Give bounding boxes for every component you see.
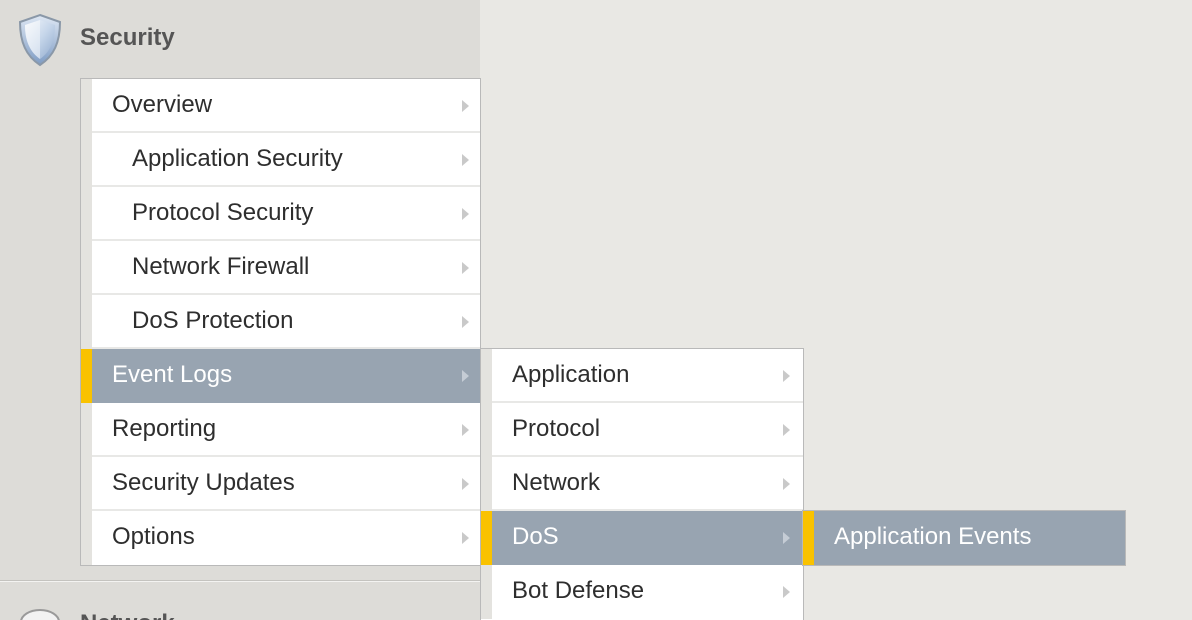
- menu-item-reporting[interactable]: Reporting: [81, 403, 480, 457]
- menu-item-strip: [81, 241, 92, 295]
- menu-item-strip: [81, 511, 92, 565]
- selected-indicator: [81, 349, 92, 403]
- menu-item-strip: [81, 187, 92, 241]
- network-icon: [20, 609, 60, 620]
- menu-item-label: Options: [112, 523, 195, 550]
- menu-item-label: Bot Defense: [512, 577, 645, 604]
- menu-item-dos-protection[interactable]: DoS Protection: [81, 295, 480, 349]
- chevron-right-icon: [783, 586, 790, 598]
- menu-item-label: Security Updates: [112, 469, 295, 496]
- menu-item-protocol[interactable]: Protocol: [481, 403, 803, 457]
- menu-item-label: Protocol Security: [132, 199, 314, 226]
- menu-item-strip: [81, 457, 92, 511]
- menu-item-strip: [81, 403, 92, 457]
- menu-item-strip: [481, 403, 492, 457]
- section-divider: [0, 580, 480, 582]
- menu-item-label: Overview: [112, 91, 213, 118]
- selected-indicator: [803, 511, 814, 565]
- menu-item-strip: [81, 133, 92, 187]
- chevron-right-icon: [462, 208, 469, 220]
- menu-item-overview[interactable]: Overview: [81, 79, 480, 133]
- menu-item-label: Network Firewall: [132, 253, 310, 280]
- chevron-right-icon: [462, 424, 469, 436]
- menu-item-bot-defense[interactable]: Bot Defense: [481, 565, 803, 619]
- menu-item-protocol-security[interactable]: Protocol Security: [81, 187, 480, 241]
- menu-item-label: DoS: [512, 523, 559, 550]
- menu-item-strip: [481, 349, 492, 403]
- menu-item-label: Network: [512, 469, 601, 496]
- menu-item-application-events[interactable]: Application Events: [803, 511, 1125, 565]
- menu-item-label: Event Logs: [112, 361, 233, 388]
- menu-item-dos[interactable]: DoS: [481, 511, 803, 565]
- chevron-right-icon: [462, 154, 469, 166]
- chevron-right-icon: [462, 100, 469, 112]
- menu-item-network-firewall[interactable]: Network Firewall: [81, 241, 480, 295]
- menu-item-label: Application: [512, 361, 630, 388]
- chevron-right-icon: [462, 532, 469, 544]
- chevron-right-icon: [462, 478, 469, 490]
- menu-item-strip: [81, 79, 92, 133]
- chevron-right-icon: [783, 478, 790, 490]
- menu-item-event-logs[interactable]: Event Logs: [81, 349, 480, 403]
- network-section-header[interactable]: Network: [0, 598, 480, 620]
- event-logs-submenu: Application Protocol Network DoS Bot Def…: [480, 348, 804, 620]
- chevron-right-icon: [783, 532, 790, 544]
- menu-item-label: Application Events: [834, 523, 1032, 550]
- menu-item-label: Protocol: [512, 415, 601, 442]
- chevron-right-icon: [462, 262, 469, 274]
- chevron-right-icon: [462, 316, 469, 328]
- menu-item-label: DoS Protection: [132, 307, 294, 334]
- menu-item-application[interactable]: Application: [481, 349, 803, 403]
- security-section-header[interactable]: Security: [0, 0, 480, 80]
- menu-item-options[interactable]: Options: [81, 511, 480, 565]
- menu-item-strip: [481, 565, 492, 619]
- chevron-right-icon: [783, 424, 790, 436]
- menu-item-strip: [481, 457, 492, 511]
- menu-item-network[interactable]: Network: [481, 457, 803, 511]
- menu-item-security-updates[interactable]: Security Updates: [81, 457, 480, 511]
- network-section-title: Network: [80, 610, 175, 620]
- security-section-title: Security: [80, 24, 175, 51]
- menu-item-strip: [81, 295, 92, 349]
- menu-item-label: Reporting: [112, 415, 217, 442]
- menu-item-label: Application Security: [132, 145, 343, 172]
- dos-submenu: Application Events: [802, 510, 1126, 566]
- chevron-right-icon: [462, 370, 469, 382]
- shield-icon: [18, 13, 62, 67]
- selected-indicator: [481, 511, 492, 565]
- chevron-right-icon: [783, 370, 790, 382]
- menu-item-application-security[interactable]: Application Security: [81, 133, 480, 187]
- security-submenu: Overview Application Security Protocol S…: [80, 78, 481, 566]
